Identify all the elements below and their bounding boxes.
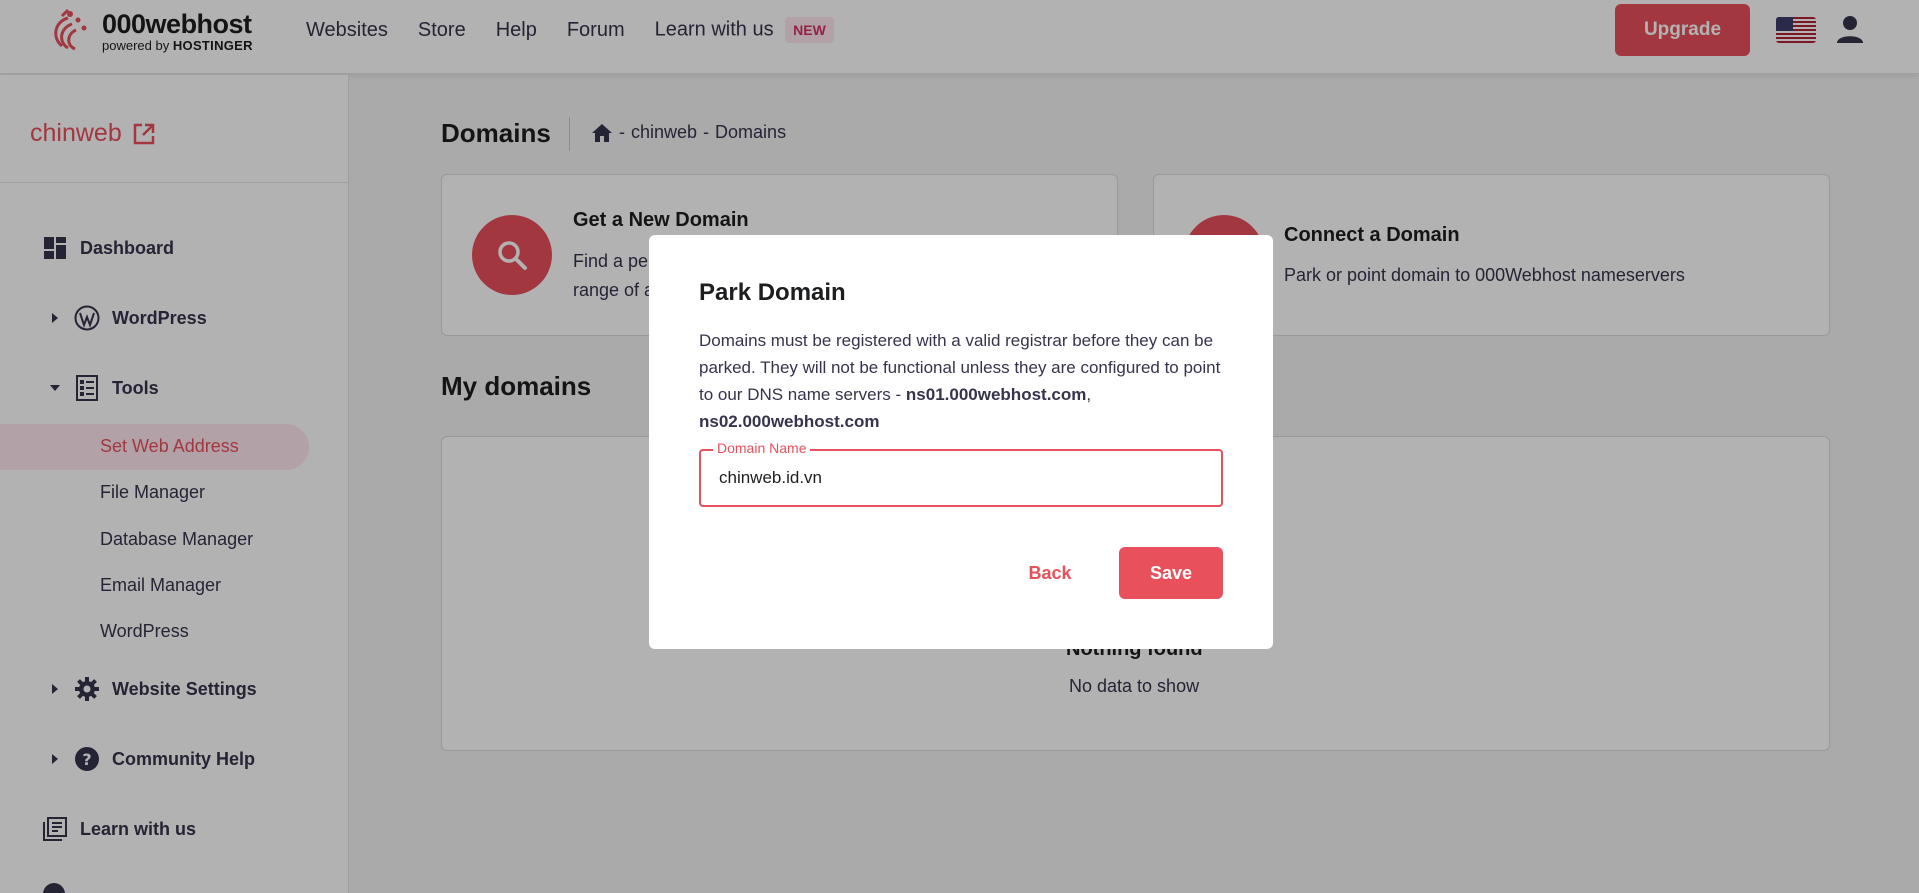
modal-title: Park Domain — [699, 279, 846, 306]
nameserver-sep: , — [1086, 385, 1092, 404]
domain-name-label: Domain Name — [713, 440, 811, 456]
domain-name-input[interactable] — [719, 465, 1199, 491]
back-button[interactable]: Back — [1010, 547, 1090, 599]
nameserver-2: ns02.000webhost.com — [699, 412, 880, 431]
domain-name-field: Domain Name — [699, 440, 1223, 507]
modal-description: Domains must be registered with a valid … — [699, 327, 1229, 435]
save-button[interactable]: Save — [1119, 547, 1223, 599]
nameserver-1: ns01.000webhost.com — [905, 385, 1087, 404]
park-domain-modal: Park Domain Domains must be registered w… — [649, 235, 1273, 649]
